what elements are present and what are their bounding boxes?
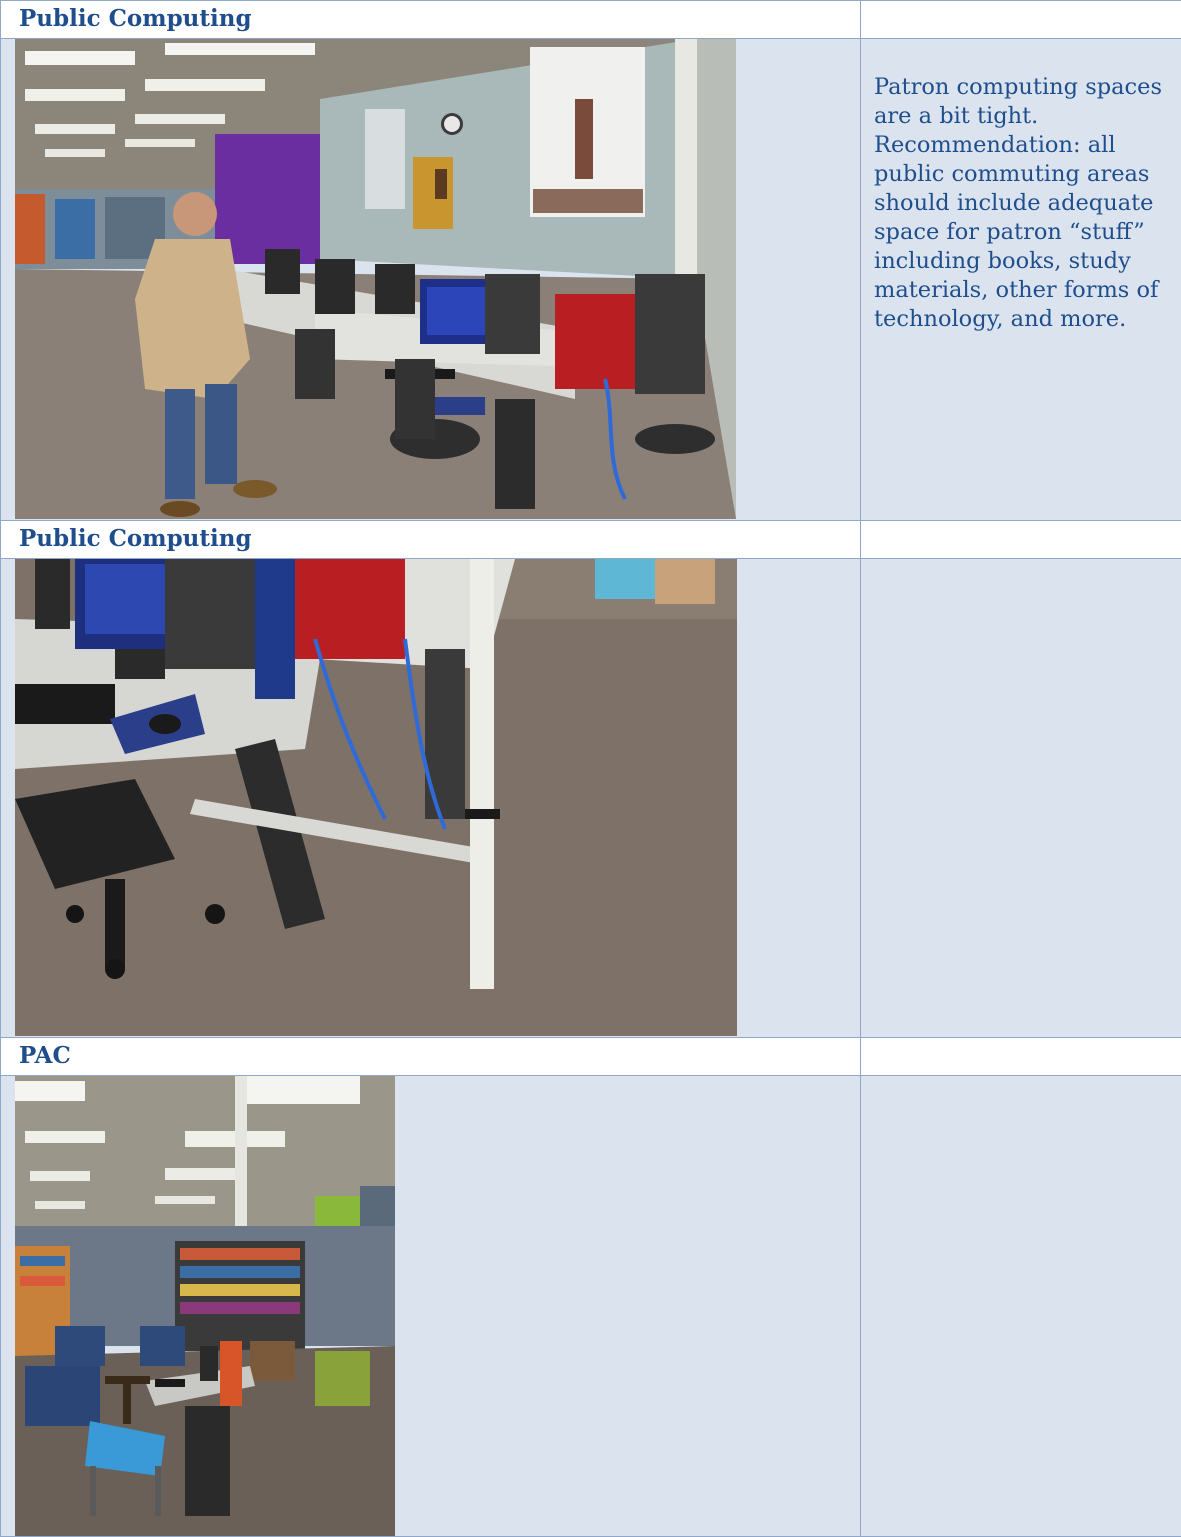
section-body-row [1,559,1181,1038]
photo-pac-station [15,1076,395,1536]
note-cell: Patron computing spaces are a bit tight.… [861,39,1181,521]
document-table: Public Computing [0,0,1181,1537]
photo-cell [1,39,861,521]
section-heading: Public Computing [1,1,860,33]
note-cell [861,1076,1181,1537]
section-header-row: PAC [1,1038,1181,1076]
photo-cell [1,1076,861,1537]
empty-header-cell [861,521,1181,559]
section-header-row: Public Computing [1,521,1181,559]
section-heading-cell: Public Computing [1,1,861,39]
photo-computer-lab [15,39,736,519]
empty-header-cell [861,1038,1181,1076]
empty-header-cell [861,1,1181,39]
recommendation-note: Patron computing spaces are a bit tight.… [861,39,1181,334]
note-text [861,559,1181,593]
note-cell [861,559,1181,1038]
section-heading-cell: PAC [1,1038,861,1076]
section-heading-cell: Public Computing [1,521,861,559]
section-heading: PAC [1,1038,860,1070]
note-text [861,1076,1181,1110]
photo-cell [1,559,861,1038]
photo-computer-desk-closeup [15,559,737,1036]
section-body-row [1,1076,1181,1537]
section-header-row: Public Computing [1,1,1181,39]
section-body-row: Patron computing spaces are a bit tight.… [1,39,1181,521]
section-heading: Public Computing [1,521,860,553]
